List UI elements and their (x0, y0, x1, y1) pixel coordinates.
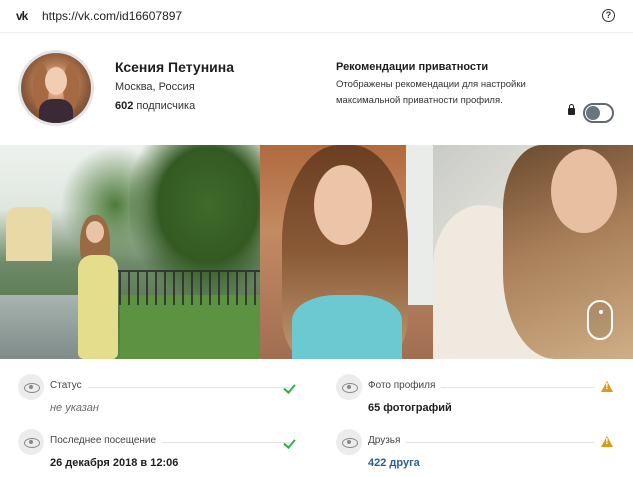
vk-logo-icon: vk (16, 9, 28, 23)
photo-1-fence (110, 270, 260, 305)
subscribers-count: 602 подписчика (115, 100, 195, 112)
avatar[interactable] (18, 50, 94, 126)
photo-1-building (6, 207, 52, 261)
stats-panel: Статус не указан Фото профиля 65 фотогра… (0, 360, 633, 477)
check-icon (285, 382, 297, 392)
stat-label: Фото профиля (368, 380, 442, 391)
photo-1[interactable] (0, 145, 260, 359)
photo-2[interactable] (260, 145, 433, 359)
check-icon (285, 437, 297, 447)
stat-label: Друзья (368, 435, 407, 446)
avatar-body (39, 99, 73, 123)
photo-1-person (74, 215, 124, 359)
stat-friends: Друзья 422 друга (336, 429, 621, 477)
stat-status: Статус не указан (18, 374, 303, 424)
profile-header: Ксения Петунина Москва, Россия 602 подпи… (0, 34, 633, 144)
eye-icon[interactable] (336, 374, 362, 400)
photo-2-shirt (292, 295, 402, 359)
question-circle-icon[interactable]: ? (602, 9, 615, 22)
stat-value: 65 фотографий (368, 402, 452, 414)
subscribers-number: 602 (115, 100, 134, 112)
photo-2-window (406, 145, 433, 305)
friends-link[interactable]: 422 друга (368, 457, 420, 469)
toggle-knob (586, 106, 600, 120)
stat-label: Последнее посещение (50, 435, 163, 446)
stat-label: Статус (50, 380, 88, 391)
photo-strip (0, 145, 633, 359)
url-text[interactable]: https://vk.com/id16607897 (42, 8, 182, 24)
scroll-indicator-icon[interactable] (587, 300, 613, 340)
stat-profile-photos: Фото профиля 65 фотографий (336, 374, 621, 424)
address-bar: vk https://vk.com/id16607897 ? (0, 0, 633, 33)
avatar-face (45, 67, 67, 95)
photo-1-head (86, 221, 104, 243)
subscribers-label: подписчика (133, 100, 196, 112)
photo-1-dress (78, 255, 118, 359)
eye-icon[interactable] (18, 374, 44, 400)
stat-value: не указан (50, 402, 99, 414)
stat-last-visit: Последнее посещение 26 декабря 2018 в 12… (18, 429, 303, 477)
profile-name: Ксения Петунина (115, 59, 235, 75)
privacy-title: Рекомендации приватности (336, 61, 489, 73)
privacy-toggle[interactable] (583, 103, 614, 123)
lock-icon (568, 104, 575, 115)
warning-icon (601, 381, 613, 392)
privacy-description: Отображены рекомендации для настройки ма… (336, 79, 526, 106)
stat-value: 26 декабря 2018 в 12:06 (50, 457, 179, 469)
profile-location: Москва, Россия (115, 81, 195, 93)
eye-icon[interactable] (18, 429, 44, 455)
photo-2-face (314, 165, 372, 245)
photo-3-face (551, 149, 617, 233)
eye-icon[interactable] (336, 429, 362, 455)
avatar-image (21, 53, 91, 123)
warning-icon (601, 436, 613, 447)
